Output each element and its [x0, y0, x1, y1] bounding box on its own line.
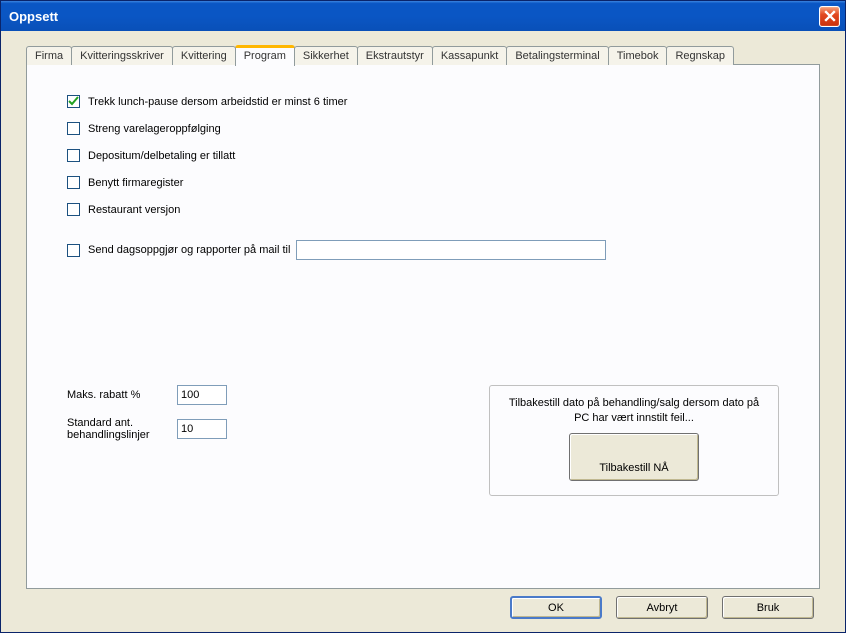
checkbox-depositum[interactable] — [67, 149, 80, 162]
tab-kvitteringsskriver[interactable]: Kvitteringsskriver — [71, 46, 173, 65]
tab-strip: Firma Kvitteringsskriver Kvittering Prog… — [26, 43, 820, 65]
input-max-rabatt[interactable] — [177, 385, 227, 405]
left-fields: Maks. rabatt % Standard ant. behandlings… — [67, 385, 237, 441]
reset-group: Tilbakestill dato på behandling/salg der… — [489, 385, 779, 496]
tab-sikkerhet[interactable]: Sikkerhet — [294, 46, 358, 65]
row-varelager: Streng varelageroppfølging — [67, 122, 779, 135]
checkmark-icon — [68, 96, 79, 107]
window-title: Oppsett — [9, 9, 58, 24]
settings-window: Oppsett Firma Kvitteringsskriver Kvitter… — [0, 0, 846, 633]
label-depositum: Depositum/delbetaling er tillatt — [88, 150, 235, 162]
row-firmaregister: Benytt firmaregister — [67, 176, 779, 189]
tab-timebok[interactable]: Timebok — [608, 46, 668, 65]
mail-input[interactable] — [296, 240, 606, 260]
row-restaurant: Restaurant versjon — [67, 203, 779, 216]
row-mail: Send dagsoppgjør og rapporter på mail ti… — [67, 240, 779, 260]
label-lunch-pause: Trekk lunch-pause dersom arbeidstid er m… — [88, 96, 347, 108]
row-lunch-pause: Trekk lunch-pause dersom arbeidstid er m… — [67, 95, 779, 108]
bottom-row: Maks. rabatt % Standard ant. behandlings… — [67, 385, 779, 496]
row-depositum: Depositum/delbetaling er tillatt — [67, 149, 779, 162]
checkbox-varelager[interactable] — [67, 122, 80, 135]
label-firmaregister: Benytt firmaregister — [88, 177, 183, 189]
tab-ekstrautstyr[interactable]: Ekstrautstyr — [357, 46, 433, 65]
tab-betalingsterminal[interactable]: Betalingsterminal — [506, 46, 608, 65]
reset-button-label: Tilbakestill NÅ — [599, 462, 668, 474]
reset-button[interactable]: Tilbakestill NÅ — [569, 433, 699, 481]
apply-button[interactable]: Bruk — [722, 596, 814, 619]
tab-kassapunkt[interactable]: Kassapunkt — [432, 46, 507, 65]
reset-text: Tilbakestill dato på behandling/salg der… — [508, 396, 760, 427]
label-std-lines: Standard ant. behandlingslinjer — [67, 417, 177, 441]
dialog-buttons: OK Avbryt Bruk — [510, 596, 814, 619]
checkbox-mail[interactable] — [67, 244, 80, 257]
checkbox-restaurant[interactable] — [67, 203, 80, 216]
close-icon — [824, 10, 836, 22]
label-restaurant: Restaurant versjon — [88, 204, 180, 216]
checkbox-lunch-pause[interactable] — [67, 95, 80, 108]
content-frame: Firma Kvitteringsskriver Kvittering Prog… — [4, 31, 842, 629]
label-mail: Send dagsoppgjør og rapporter på mail ti… — [88, 244, 290, 256]
tab-regnskap[interactable]: Regnskap — [666, 46, 734, 65]
label-max-rabatt: Maks. rabatt % — [67, 389, 177, 401]
titlebar: Oppsett — [1, 1, 845, 31]
tab-program[interactable]: Program — [235, 45, 295, 66]
tab-content-program: Trekk lunch-pause dersom arbeidstid er m… — [26, 64, 820, 589]
close-button[interactable] — [819, 6, 840, 27]
tab-kvittering[interactable]: Kvittering — [172, 46, 236, 65]
label-varelager: Streng varelageroppfølging — [88, 123, 221, 135]
tab-firma[interactable]: Firma — [26, 46, 72, 65]
cancel-button[interactable]: Avbryt — [616, 596, 708, 619]
input-std-lines[interactable] — [177, 419, 227, 439]
checkbox-firmaregister[interactable] — [67, 176, 80, 189]
inner-panel: Firma Kvitteringsskriver Kvittering Prog… — [26, 43, 820, 589]
ok-button[interactable]: OK — [510, 596, 602, 619]
